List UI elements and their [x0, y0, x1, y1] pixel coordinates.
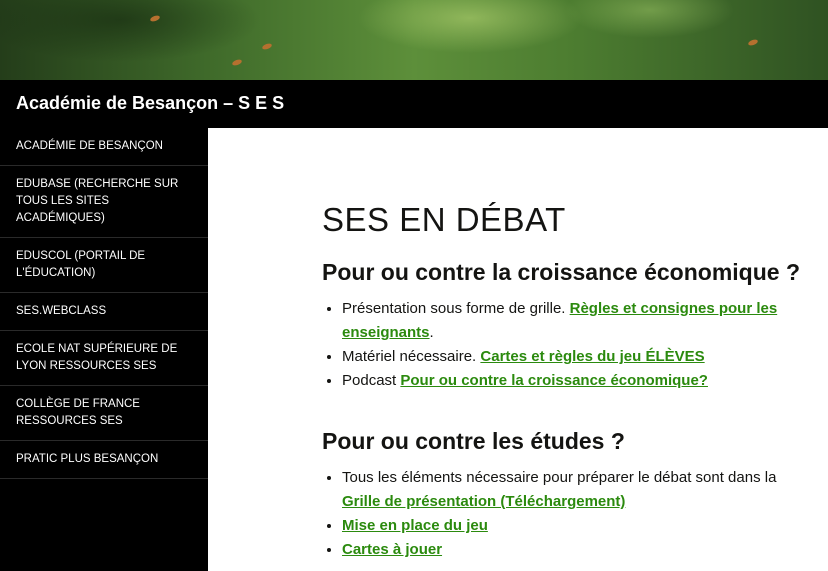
sidebar-item-ens-lyon[interactable]: ECOLE NAT SUPÉRIEURE DE LYON RESSOURCES …	[0, 331, 208, 386]
header-banner-image	[0, 0, 828, 80]
sidebar-item-college-de-france[interactable]: COLLÈGE DE FRANCE RESSOURCES SES	[0, 386, 208, 441]
cartes-regles-eleves-link[interactable]: Cartes et règles du jeu ÉLÈVES	[480, 348, 704, 365]
main-content: SES en débat Pour ou contre la croissanc…	[322, 200, 812, 562]
list-item: Cartes à jouer	[342, 538, 812, 562]
podcast-croissance-link[interactable]: Pour ou contre la croissance économique?	[400, 372, 708, 389]
sidebar-item-ses-webclass[interactable]: SES.WEBCLASS	[0, 293, 208, 331]
sidebar-item-pratic-plus[interactable]: PRATIC PLUS BESANÇON	[0, 441, 208, 479]
list-item: Matériel nécessaire. Cartes et règles du…	[342, 345, 812, 369]
grille-presentation-link[interactable]: Grille de présentation (Téléchargement)	[342, 493, 625, 510]
section-heading-etudes: Pour ou contre les études ?	[322, 428, 625, 454]
sidebar-item-edubase[interactable]: EDUBASE (RECHERCHE SUR TOUS LES SITES AC…	[0, 166, 208, 238]
cartes-a-jouer-link[interactable]: Cartes à jouer	[342, 541, 442, 558]
list-item: Mise en place du jeu	[342, 514, 812, 538]
leaf-shape	[747, 38, 759, 47]
site-header: Académie de Besançon – S E S	[0, 80, 828, 128]
list-etudes: Tous les éléments nécessaire pour prépar…	[322, 466, 812, 562]
list-item: Tous les éléments nécessaire pour prépar…	[342, 466, 812, 514]
mise-en-place-link[interactable]: Mise en place du jeu	[342, 517, 488, 534]
list-croissance: Présentation sous forme de grille. Règle…	[322, 297, 812, 393]
sidebar-item-academie[interactable]: ACADÉMIE DE BESANÇON	[0, 128, 208, 166]
sidebar-nav: ACADÉMIE DE BESANÇON EDUBASE (RECHERCHE …	[0, 128, 208, 571]
section-heading-croissance: Pour ou contre la croissance économique …	[322, 259, 801, 285]
leaf-shape	[231, 58, 243, 67]
site-title[interactable]: Académie de Besançon – S E S	[16, 93, 284, 114]
list-item: Podcast Pour ou contre la croissance éco…	[342, 369, 812, 393]
leaf-shape	[149, 14, 161, 23]
sidebar-item-eduscol[interactable]: EDUSCOL (PORTAIL DE L'ÉDUCATION)	[0, 238, 208, 293]
page-title: SES en débat	[322, 201, 566, 238]
list-item: Présentation sous forme de grille. Règle…	[342, 297, 812, 345]
leaf-shape	[261, 42, 273, 51]
